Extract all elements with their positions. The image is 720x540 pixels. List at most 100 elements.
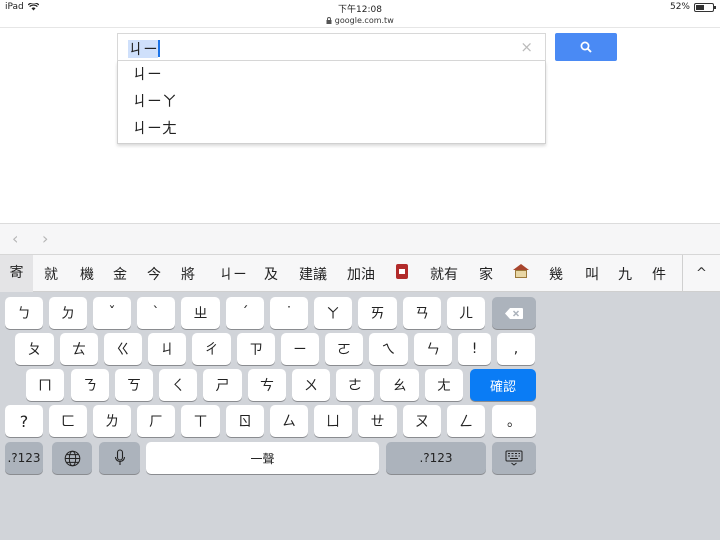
dismiss-keyboard-key[interactable] <box>492 442 536 474</box>
key[interactable]: ㄌ <box>93 405 131 437</box>
delete-key[interactable] <box>492 297 536 329</box>
key[interactable]: ㄛ <box>325 333 363 365</box>
key[interactable]: ㄣ <box>414 333 452 365</box>
numbers-key[interactable]: .?123 <box>5 442 43 474</box>
candidate-item[interactable]: 機 <box>80 264 94 284</box>
url-text: google.com.tw <box>334 16 394 25</box>
candidate-item[interactable]: 金 <box>113 264 127 284</box>
space-key[interactable]: 一聲 <box>146 442 379 474</box>
candidate-emoji-house[interactable] <box>513 264 529 280</box>
key[interactable]: ㄧ <box>281 333 319 365</box>
key[interactable]: ˊ <box>226 297 264 329</box>
key[interactable]: ㄟ <box>369 333 408 365</box>
search-icon <box>580 41 592 53</box>
globe-key[interactable] <box>52 442 92 474</box>
key[interactable]: ㄞ <box>358 297 397 329</box>
key[interactable]: ? <box>5 405 43 437</box>
candidate-item[interactable]: 幾 <box>549 264 563 284</box>
zhuyin-keyboard: ㄅ ㄉ ˇ ˋ ㄓ ˊ ˙ ㄚ ㄞ ㄢ ㄦ ㄆ ㄊ ㄍ ㄐ ㄔ ㄗ ㄧ ㄛ ㄟ … <box>0 292 720 540</box>
key[interactable]: ㄤ <box>425 369 463 401</box>
dictation-key[interactable] <box>99 442 140 474</box>
key[interactable]: ㄊ <box>60 333 98 365</box>
candidate-item[interactable]: 及 <box>264 264 278 284</box>
expand-candidates-button[interactable]: ^ <box>682 255 720 292</box>
house-emoji-icon <box>513 264 529 278</box>
key[interactable]: ㄩ <box>314 405 352 437</box>
key[interactable]: ㄈ <box>49 405 87 437</box>
key[interactable]: ㄗ <box>237 333 275 365</box>
candidate-item[interactable]: 叫 <box>585 264 599 284</box>
lock-icon <box>326 17 332 24</box>
key[interactable]: ㄏ <box>137 405 175 437</box>
candidate-item[interactable]: 件 <box>652 264 666 284</box>
suggestion-item[interactable]: ㄐㄧㄚ <box>118 88 545 115</box>
backspace-icon <box>505 307 523 319</box>
search-input[interactable]: ㄐㄧ × <box>117 33 546 61</box>
confirm-button[interactable]: 確認 <box>470 369 536 401</box>
key[interactable]: ㄝ <box>358 405 397 437</box>
key[interactable]: ㄙ <box>270 405 308 437</box>
key[interactable]: ㄍ <box>104 333 142 365</box>
candidate-item[interactable]: 家 <box>479 264 493 284</box>
key[interactable]: ˇ <box>93 297 131 329</box>
key[interactable]: ㄚ <box>314 297 352 329</box>
candidate-item[interactable]: 就 <box>44 264 58 284</box>
battery-fill <box>696 4 704 10</box>
key[interactable]: ㄠ <box>380 369 419 401</box>
suggestion-item[interactable]: ㄐㄧㄤ <box>118 115 545 142</box>
candidate-item[interactable]: 就有 <box>430 264 458 284</box>
key[interactable]: ㄇ <box>26 369 64 401</box>
candidate-item[interactable]: 今 <box>147 264 161 284</box>
keyboard-nav-bar: ‹ › <box>0 223 720 254</box>
battery-percent: 52% <box>669 2 690 12</box>
key[interactable]: ㄐ <box>148 333 186 365</box>
key[interactable]: 。 <box>492 405 536 437</box>
keyboard-hide-icon <box>505 450 523 466</box>
key[interactable]: ! <box>458 333 491 365</box>
key[interactable]: ˋ <box>137 297 175 329</box>
globe-icon <box>64 450 80 466</box>
shop-emoji-icon <box>396 264 408 279</box>
candidate-item[interactable]: 寄 <box>0 255 33 292</box>
battery-icon <box>694 2 716 12</box>
suggestion-item[interactable]: ㄐㄧ <box>118 61 545 88</box>
key[interactable]: ㄥ <box>447 405 485 437</box>
key[interactable]: ㄘ <box>248 369 286 401</box>
key[interactable]: ㄑ <box>159 369 197 401</box>
key[interactable]: ㄉ <box>49 297 87 329</box>
candidate-bar: 寄 就 機 金 今 將 ㄐㄧ 及 建議 加油 就有 家 幾 叫 九 件 ^ <box>0 254 720 292</box>
candidate-item[interactable]: 將 <box>181 264 195 284</box>
key[interactable]: ㄆ <box>15 333 54 365</box>
candidate-item[interactable]: 加油 <box>347 264 375 284</box>
search-query-text: ㄐㄧ <box>128 40 159 58</box>
key[interactable]: ㄡ <box>403 405 441 437</box>
key[interactable]: ㄓ <box>181 297 220 329</box>
key[interactable]: ㄔ <box>192 333 231 365</box>
key[interactable]: ㄕ <box>203 369 242 401</box>
key[interactable]: ㄖ <box>226 405 264 437</box>
key[interactable]: ˙ <box>270 297 308 329</box>
back-arrow-icon[interactable]: ‹ <box>12 229 18 248</box>
clear-icon[interactable]: × <box>520 38 533 56</box>
key[interactable]: ㄨ <box>292 369 330 401</box>
key[interactable]: ㄜ <box>336 369 374 401</box>
status-bar: iPad 下午12:08 google.com.tw 52% <box>0 0 720 28</box>
key[interactable]: ㄢ <box>403 297 441 329</box>
key[interactable]: , <box>497 333 535 365</box>
microphone-icon <box>114 449 125 465</box>
candidate-item[interactable]: 九 <box>618 264 632 284</box>
url-display[interactable]: google.com.tw <box>0 16 720 25</box>
search-query: ㄐㄧ <box>128 38 161 59</box>
forward-arrow-icon[interactable]: › <box>42 229 48 248</box>
candidate-item[interactable]: ㄐㄧ <box>219 264 247 284</box>
candidate-emoji-shop[interactable] <box>396 264 408 281</box>
key[interactable]: ㄎ <box>115 369 153 401</box>
key[interactable]: ㄒ <box>181 405 220 437</box>
key[interactable]: ㄅ <box>5 297 43 329</box>
key[interactable]: ㄋ <box>71 369 109 401</box>
clock: 下午12:08 <box>338 5 382 15</box>
numbers-key-right[interactable]: .?123 <box>386 442 486 474</box>
key[interactable]: ㄦ <box>447 297 485 329</box>
search-button[interactable] <box>555 33 617 61</box>
candidate-item[interactable]: 建議 <box>299 264 327 284</box>
